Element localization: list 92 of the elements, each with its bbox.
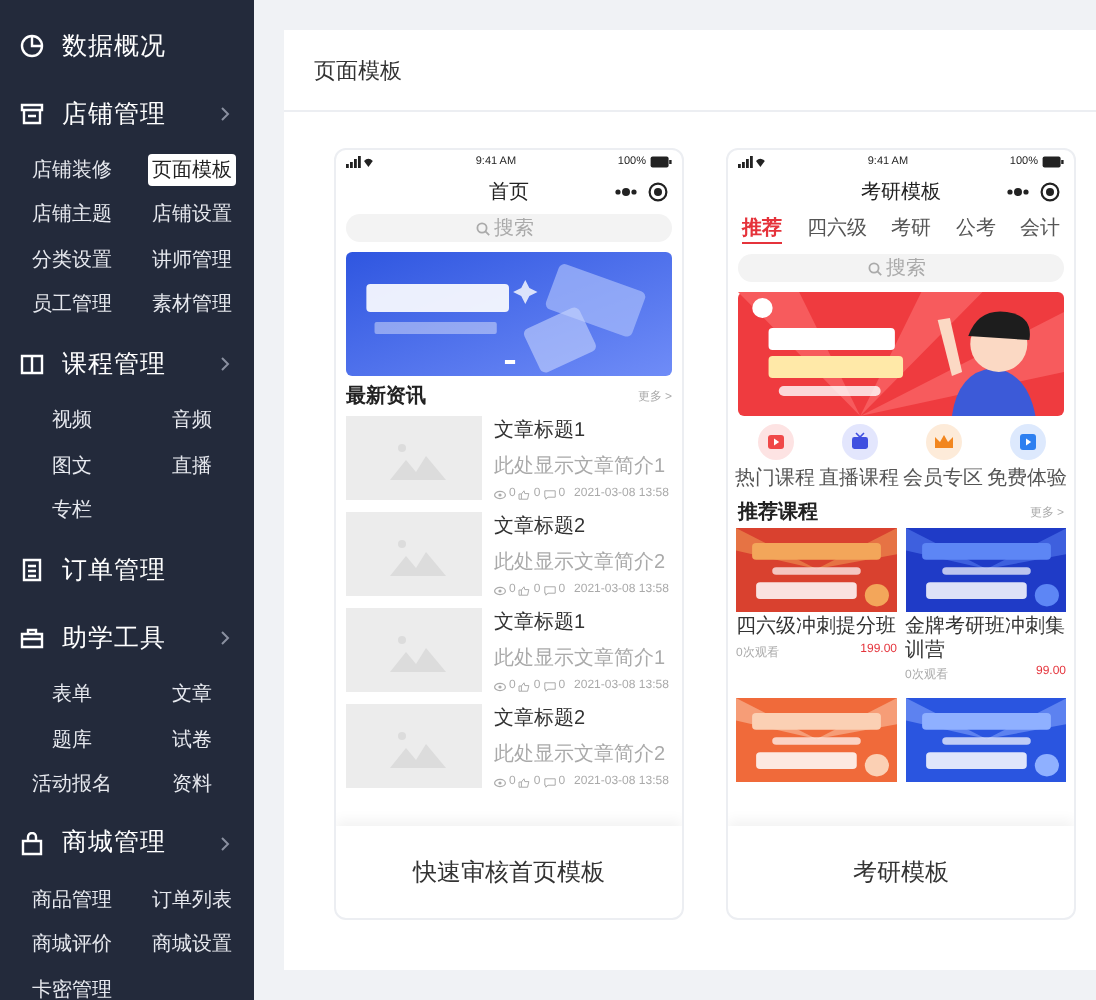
article-title: 文章标题1 <box>494 609 588 636</box>
signal-wifi-icon <box>346 156 374 168</box>
category-tab[interactable]: 公考 <box>955 214 996 244</box>
battery-icon <box>1041 156 1064 168</box>
menu-item[interactable]: 图文 <box>48 449 96 482</box>
menu-item[interactable]: 讲师管理 <box>148 243 236 276</box>
search-icon <box>476 221 490 235</box>
image-placeholder-icon <box>346 608 482 692</box>
menu-item[interactable]: 订单列表 <box>148 884 236 917</box>
article-summary: 此处显示文章简介2 <box>494 741 668 768</box>
crown-icon <box>925 424 961 460</box>
search-input[interactable]: 搜索 <box>886 257 934 279</box>
menu-item[interactable]: 商品管理 <box>28 884 116 917</box>
article-title: 文章标题2 <box>494 705 588 732</box>
page-title: 考研模板 <box>861 179 941 206</box>
book-icon <box>20 352 44 377</box>
comment-icon <box>543 681 556 691</box>
category-tab[interactable]: 会计 <box>1020 214 1060 244</box>
category-tab[interactable]: 四六级 <box>806 214 867 244</box>
comment-icon <box>543 777 556 787</box>
section-title: 最新资讯 <box>346 382 426 410</box>
tv-icon <box>841 424 877 460</box>
search-icon <box>868 261 882 275</box>
menu-item[interactable]: 视频 <box>48 404 96 437</box>
battery-icon <box>649 156 672 168</box>
search-input[interactable]: 搜索 <box>494 217 542 239</box>
menu-section[interactable]: 商城管理 <box>62 826 202 861</box>
menu-item[interactable]: 试卷 <box>168 723 216 756</box>
menu-item[interactable]: 店铺装修 <box>28 154 116 187</box>
quick-link[interactable]: 热门课程 <box>734 424 816 492</box>
image-placeholder-icon <box>346 416 482 500</box>
article-title: 文章标题2 <box>494 513 588 540</box>
menu-item[interactable]: 素材管理 <box>148 288 236 321</box>
thumbs-up-icon <box>518 489 531 499</box>
play-icon <box>757 424 793 460</box>
thumbs-up-icon <box>518 681 531 691</box>
doc-icon <box>20 558 44 583</box>
image-placeholder-icon <box>346 512 482 596</box>
course-title: 四六级冲刺提分班 <box>736 616 897 639</box>
menu-item[interactable]: 店铺主题 <box>28 198 116 231</box>
eye-icon <box>494 777 506 787</box>
course-title: 金牌考研班冲刺集训营 <box>905 616 1066 662</box>
menu-section[interactable]: 订单管理 <box>62 553 230 588</box>
eye-icon <box>494 585 506 595</box>
article-title: 文章标题1 <box>494 417 588 444</box>
menu-section[interactable]: 数据概况 <box>62 29 230 63</box>
article-summary: 此处显示文章简介1 <box>494 645 668 672</box>
menu-item[interactable]: 文章 <box>168 678 216 711</box>
comment-icon <box>543 585 556 595</box>
menu-item[interactable]: 活动报名 <box>28 767 116 800</box>
menu-item[interactable]: 商城设置 <box>148 928 236 961</box>
menu-item[interactable]: 音频 <box>168 404 216 437</box>
section-title: 推荐课程 <box>738 499 818 526</box>
article-summary: 此处显示文章简介2 <box>494 549 668 576</box>
menu-item[interactable]: 题库 <box>48 723 96 756</box>
store-icon <box>20 102 44 126</box>
menu-item[interactable]: 商城评价 <box>28 928 116 961</box>
close-target-icon[interactable] <box>648 182 668 202</box>
menu-section[interactable]: 助学工具 <box>62 621 202 656</box>
menu-section[interactable]: 店铺管理 <box>62 97 202 131</box>
more-icon[interactable] <box>612 186 640 198</box>
quick-link[interactable]: 会员专区 <box>902 424 984 492</box>
quick-link[interactable]: 直播课程 <box>818 424 900 492</box>
template-name: 考研模板 <box>853 855 949 889</box>
menu-item[interactable]: 表单 <box>48 678 96 711</box>
menu-section[interactable]: 课程管理 <box>62 347 202 382</box>
page-title: 首页 <box>489 180 529 206</box>
menu-item[interactable]: 员工管理 <box>28 288 116 321</box>
template-name: 快速审核首页模板 <box>413 855 605 889</box>
menu-item[interactable]: 资料 <box>168 767 216 800</box>
more-icon[interactable] <box>1004 186 1032 198</box>
close-target-icon[interactable] <box>1040 182 1060 202</box>
category-tab[interactable]: 考研 <box>891 214 931 244</box>
eye-icon <box>494 489 506 499</box>
eye-icon <box>494 681 506 691</box>
case-icon <box>20 626 44 651</box>
image-placeholder-icon <box>346 704 482 788</box>
signal-wifi-icon <box>738 156 766 168</box>
menu-item[interactable]: 卡密管理 <box>28 973 116 1000</box>
quick-link[interactable]: 免费体验 <box>986 424 1068 492</box>
menu-item[interactable]: 分类设置 <box>28 243 116 276</box>
thumbs-up-icon <box>518 777 531 787</box>
menu-item[interactable]: 专栏 <box>48 493 96 526</box>
category-tab[interactable]: 推荐 <box>742 214 782 244</box>
menu-item[interactable]: 直播 <box>168 449 216 482</box>
menu-item[interactable]: 页面模板 <box>148 154 236 187</box>
menu-item[interactable]: 店铺设置 <box>148 198 236 231</box>
article-summary: 此处显示文章简介1 <box>494 453 668 480</box>
thumbs-up-icon <box>518 585 531 595</box>
panel-title: 页面模板 <box>314 57 402 85</box>
clock-icon <box>20 34 44 58</box>
comment-icon <box>543 489 556 499</box>
